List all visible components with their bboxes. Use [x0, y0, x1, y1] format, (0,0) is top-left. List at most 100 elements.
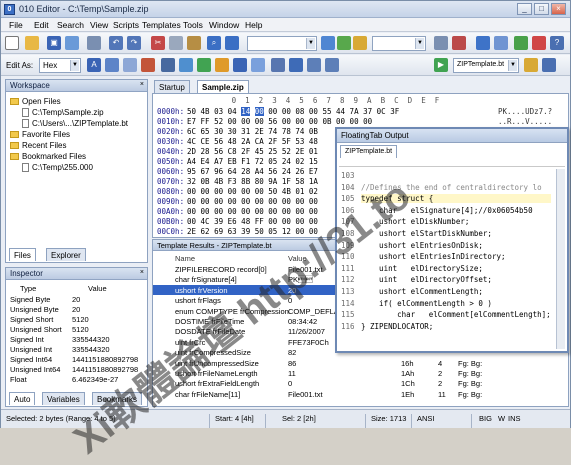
code-line[interactable]: ushort elStartDiskNumber; — [361, 229, 492, 238]
hex-bytes[interactable]: 95 67 96 64 28 A4 56 24 26 E7 — [187, 167, 318, 176]
close-icon[interactable]: × — [140, 269, 144, 276]
chevron-down-icon[interactable]: ▼ — [415, 38, 424, 49]
menu-tools[interactable]: Tools — [183, 20, 203, 30]
hex-bytes[interactable]: 00 00 00 00 00 00 00 00 00 00 — [187, 197, 318, 206]
code-line[interactable]: char elComment[elCommentLength]; — [361, 310, 551, 319]
hex-bytes[interactable]: A4 E4 A7 EB F1 72 05 24 02 15 — [187, 157, 318, 166]
hex-ops-icon[interactable] — [289, 58, 303, 72]
calculator-icon[interactable] — [233, 58, 247, 72]
hex-bytes[interactable]: E7 FF 52 00 00 00 56 00 00 00 0B 00 00 0… — [187, 117, 372, 126]
goto-icon[interactable] — [337, 36, 351, 50]
template-field-name[interactable]: uint frUncompressedSize — [175, 359, 259, 368]
run-template-icon[interactable]: ▶ — [434, 58, 448, 72]
tree-item-255[interactable]: C:\Temp\255.000 — [22, 163, 93, 172]
inspector-value[interactable]: 20 — [72, 305, 80, 314]
code-line[interactable]: ushort elCommentLength; — [361, 287, 483, 296]
template-field-name[interactable]: ushort frVersion — [175, 286, 228, 295]
undo-icon[interactable]: ↶ — [109, 36, 123, 50]
code-line[interactable]: ushort elDiskNumber; — [361, 217, 469, 226]
code-view[interactable]: 103 104 //Defines the end of centraldirect… — [337, 169, 565, 349]
hex-bytes[interactable]: 00 4C 39 E6 48 FF 00 00 00 00 — [187, 217, 318, 226]
template-field-value[interactable]: File001.txt — [288, 265, 323, 274]
chevron-down-icon[interactable]: ▼ — [70, 60, 79, 71]
find-icon[interactable]: ⌕ — [207, 36, 221, 50]
template-field-name[interactable]: enum COMPTYPE frCompression — [175, 307, 289, 316]
template-field-name[interactable]: DOSTIME frFileTime — [175, 317, 244, 326]
cut-icon[interactable]: ✂ — [151, 36, 165, 50]
template-field-name[interactable]: char frFileName[11] — [175, 390, 240, 399]
template-field-name[interactable]: uint frCrc — [175, 338, 205, 347]
redo-icon[interactable]: ↷ — [127, 36, 141, 50]
copy-icon[interactable] — [169, 36, 183, 50]
import-icon[interactable] — [307, 58, 321, 72]
close-button[interactable]: × — [551, 3, 566, 15]
template-field-name[interactable]: ushort frFlags — [175, 296, 221, 305]
tab-variables[interactable]: Variables — [42, 392, 85, 405]
tab-files[interactable]: Files — [9, 248, 36, 261]
template-icon[interactable] — [494, 36, 508, 50]
minimize-button[interactable]: _ — [517, 3, 532, 15]
menu-file[interactable]: File — [9, 20, 23, 30]
ascii-text[interactable]: ..R...V..... — [498, 117, 552, 126]
addr-icon[interactable] — [123, 58, 137, 72]
tab-bookmarks[interactable]: Bookmarks — [92, 392, 143, 405]
tab-ziptemplate[interactable]: ZIPTemplate.bt — [340, 145, 398, 158]
template-field-value[interactable]: 0 — [288, 296, 292, 305]
inspector-value[interactable]: 5120 — [72, 325, 89, 334]
ruler-icon[interactable] — [179, 58, 193, 72]
save-all-icon[interactable] — [65, 36, 79, 50]
tab-auto[interactable]: Auto — [9, 392, 36, 405]
hex-bytes[interactable]: 00 00 00 00 00 00 00 00 00 00 — [187, 207, 318, 216]
inspector-value[interactable]: 335544320 — [72, 335, 110, 344]
new-file-icon[interactable] — [5, 36, 19, 50]
menu-window[interactable]: Window — [209, 20, 239, 30]
menu-view[interactable]: View — [90, 20, 108, 30]
tree-item-recent-files[interactable]: Recent Files — [10, 141, 66, 150]
code-line[interactable]: uint elDirectoryOffset; — [361, 275, 492, 284]
tab-sample-zip[interactable]: Sample.zip — [197, 80, 249, 93]
script-icon[interactable] — [476, 36, 490, 50]
save-icon[interactable]: ▣ — [47, 36, 61, 50]
histogram-icon[interactable] — [215, 58, 229, 72]
template-field-name[interactable]: uint frCompressedSize — [175, 348, 251, 357]
endian-icon[interactable] — [161, 58, 175, 72]
hex-bytes[interactable]: 50 4B 03 04 14 00 00 00 08 00 55 44 7A 3… — [187, 107, 399, 116]
template-field-name[interactable]: char frSignature[4] — [175, 275, 237, 284]
chevron-down-icon[interactable]: ▼ — [508, 60, 517, 71]
inspector-value[interactable]: 5120 — [72, 315, 89, 324]
tree-item-ziptemplate[interactable]: C:\Users\...\ZIPTemplate.bt — [22, 119, 128, 128]
paste-icon[interactable] — [187, 36, 201, 50]
tab-explorer[interactable]: Explorer — [46, 248, 86, 261]
tree-item-bookmarked-files[interactable]: Bookmarked Files — [10, 152, 86, 161]
hex-bytes[interactable]: 00 00 00 00 00 00 50 4B 01 02 — [187, 187, 318, 196]
template-field-value[interactable]: PK — [288, 275, 313, 284]
inspector-value[interactable]: 1441151880892798 — [72, 365, 138, 374]
code-line[interactable]: if( elCommentLength > 0 ) — [361, 299, 492, 308]
code-line[interactable]: } ZIPENDLOCATOR; — [361, 322, 433, 331]
tree-item-open-files[interactable]: Open Files — [10, 97, 61, 106]
code-line[interactable]: ushort elEntriesInDirectory; — [361, 252, 505, 261]
maximize-button[interactable]: □ — [534, 3, 549, 15]
hex-bytes[interactable]: 2D 28 56 C8 2F 45 25 52 2E 01 — [187, 147, 318, 156]
base-converter-icon[interactable] — [271, 58, 285, 72]
template-field-name[interactable]: ushort frFileNameLength — [175, 369, 258, 378]
replace-icon[interactable] — [225, 36, 239, 50]
template-combo[interactable]: ZIPTemplate.bt ▼ — [453, 58, 519, 73]
script-run-icon[interactable] — [524, 58, 538, 72]
menu-scripts[interactable]: Scripts — [113, 20, 139, 30]
open-folder-icon[interactable] — [25, 36, 39, 50]
code-line[interactable]: //Defines the end of centraldirectory lo — [361, 183, 542, 192]
hex-bytes[interactable]: 2E 62 69 63 39 50 05 12 00 00 — [187, 227, 318, 236]
tree-item-favorite-files[interactable]: Favorite Files — [10, 130, 70, 139]
ascii-text[interactable]: PK....UDz7.? — [498, 107, 552, 116]
bookmark-icon[interactable] — [353, 36, 367, 50]
template-field-value[interactable]: 11/26/2007 — [288, 327, 325, 336]
template-field-name[interactable]: DOSDATE frFileDate — [175, 327, 245, 336]
template-field-value[interactable]: 11 — [288, 369, 296, 378]
menu-templates[interactable]: Templates — [142, 20, 181, 30]
template-field-value[interactable]: 08:34:42 — [288, 317, 317, 326]
output-icon[interactable] — [542, 58, 556, 72]
close-icon[interactable]: × — [140, 81, 144, 88]
goto-combo[interactable]: ▼ — [372, 36, 426, 51]
print-icon[interactable] — [87, 36, 101, 50]
